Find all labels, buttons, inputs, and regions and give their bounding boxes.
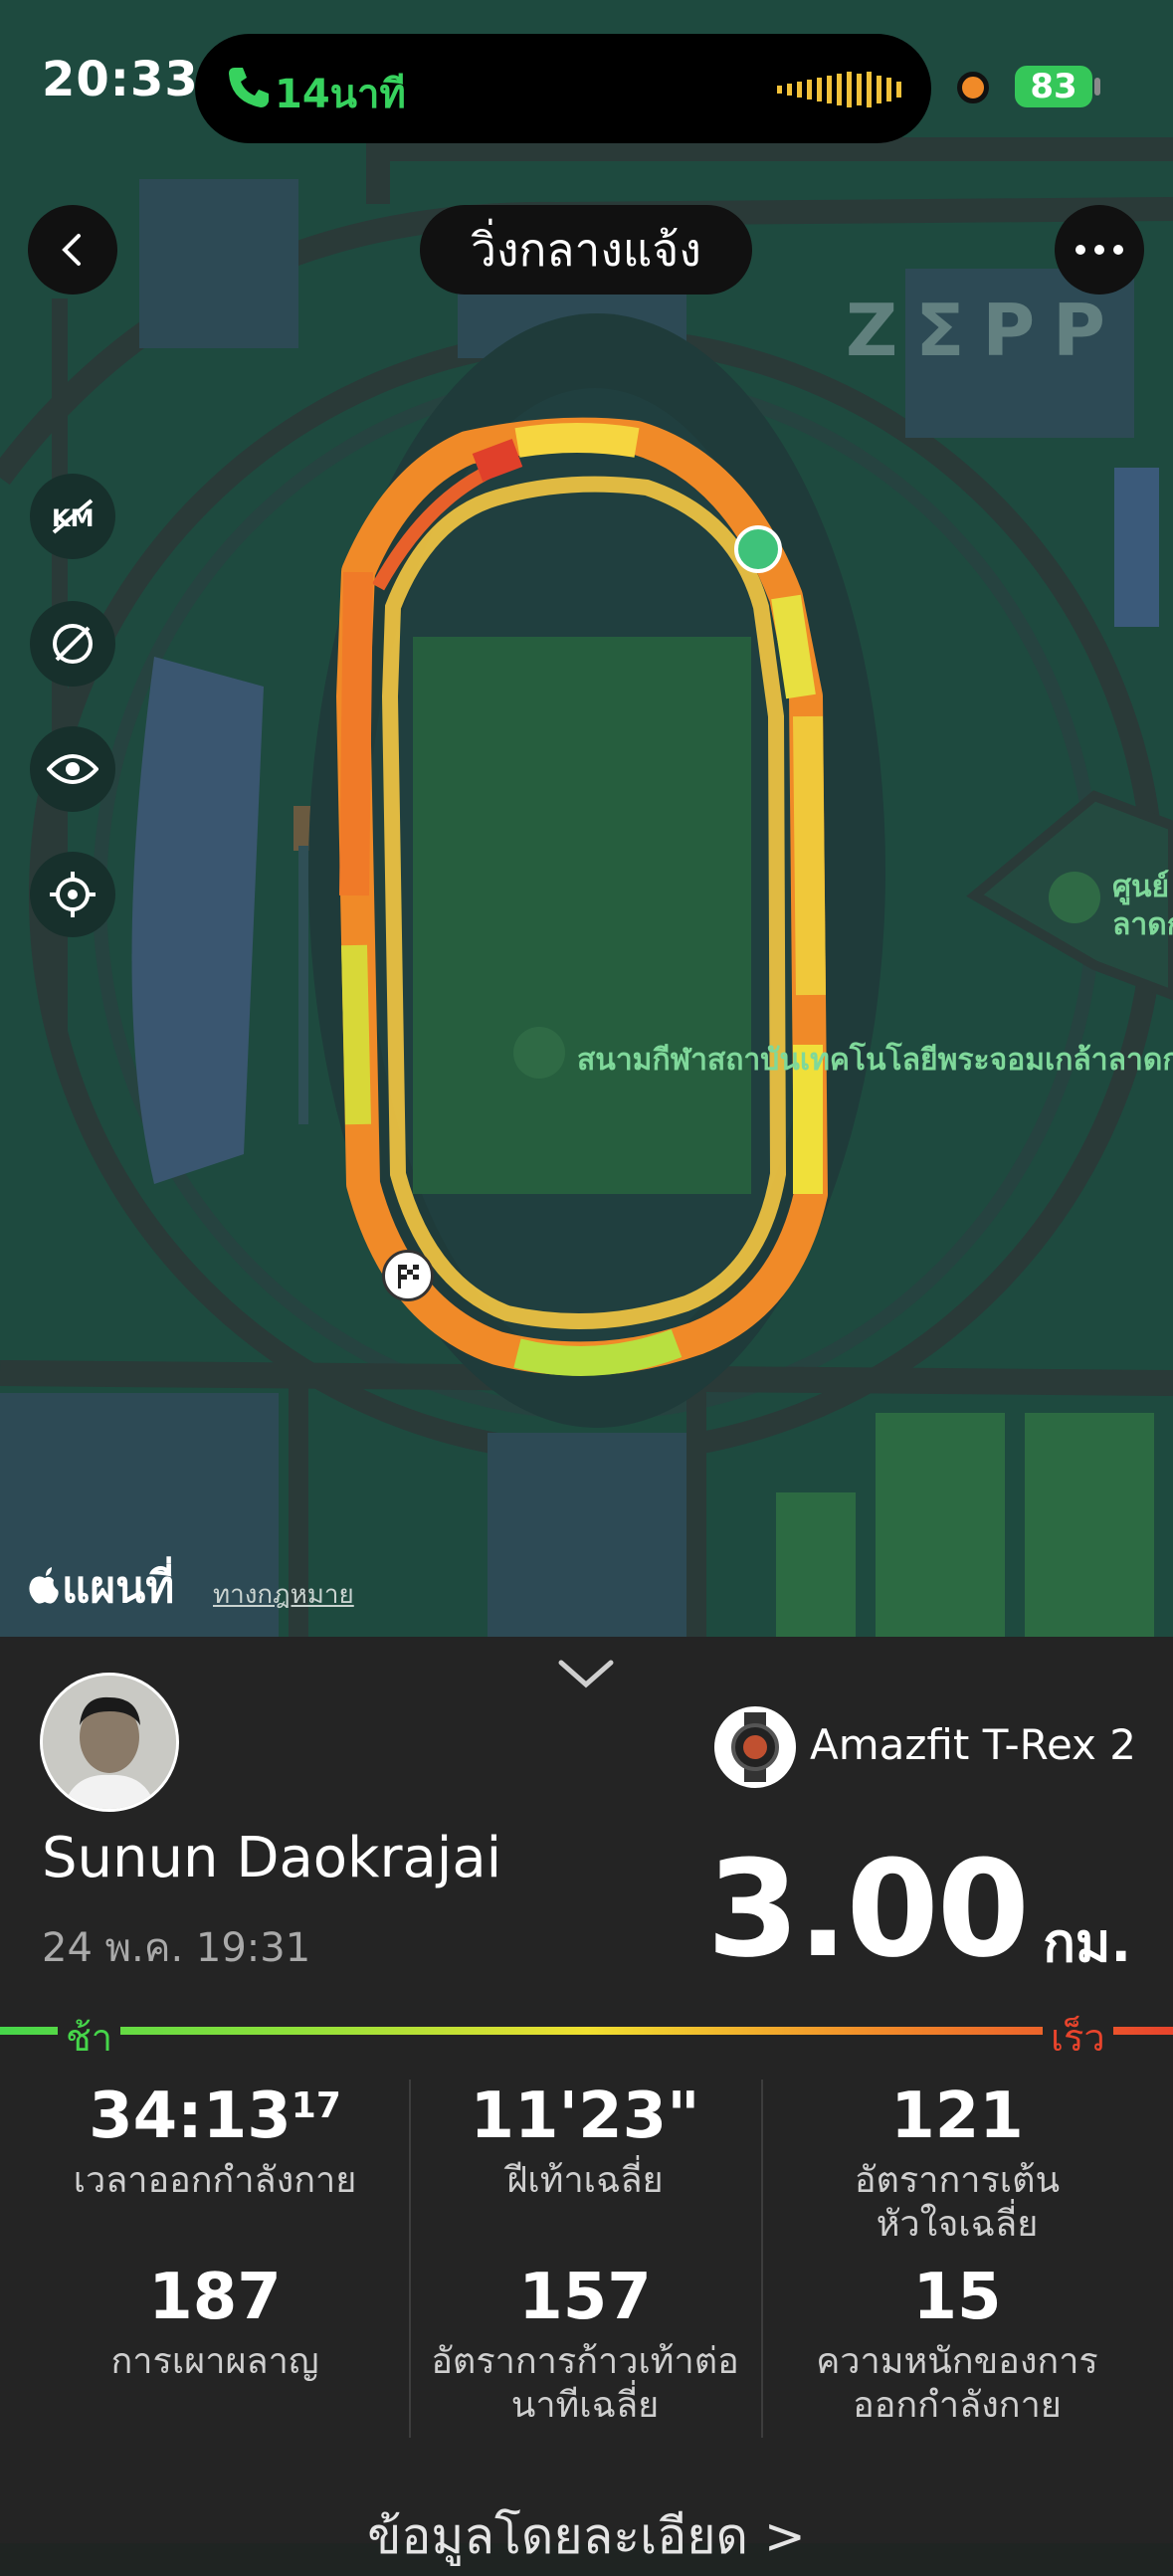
pace-label: ฝีเท้าเฉลี่ย [506,2160,664,2201]
training-load-label-2: ออกกำลังกาย [853,2385,1062,2426]
stat-pace: 11'23" ฝีเท้าเฉลี่ย [396,2080,774,2203]
visibility-toggle[interactable] [30,726,115,812]
more-options-button[interactable] [1055,205,1144,295]
clock: 20:33 [42,52,199,107]
calories-label: การเผาผลาญ [110,2341,319,2382]
duration-value: 34:13 [89,2080,292,2153]
dynamic-island-call[interactable]: 14นาที [195,34,931,143]
stat-duration: 34:1317 เวลาออกกำลังกาย [26,2080,404,2203]
training-load-value: 15 [912,2261,1002,2334]
end-point-marker [734,525,782,573]
audio-wave-icon [777,72,901,107]
zepp-watermark: ZΣPP [846,289,1123,372]
km-icon: KM [52,498,94,534]
status-bar: 20:33 14นาที 83 [0,0,1173,169]
eye-icon [47,754,98,784]
layer-toggle[interactable] [30,601,115,687]
legal-link[interactable]: ทางกฎหมาย [213,1574,354,1615]
cadence-value: 157 [518,2261,652,2334]
stat-heart-rate: 121 อัตราการเต้น หัวใจเฉลี่ย [768,2080,1146,2247]
layer-off-icon [53,624,93,664]
battery-cap [1094,78,1100,96]
page-title: วิ่งกลางแจ้ง [420,205,752,295]
crosshair-icon [50,872,96,917]
back-button[interactable] [28,205,117,295]
pace-slow-label: ช้า [58,2007,121,2068]
details-link[interactable]: ข้อมูลโดยละเอียด > [0,2497,1173,2576]
stadium-poi-label[interactable]: สนามกีฬาสถาบันเทคโนโลยีพระจอมเกล้าลาดก [577,1037,1173,1084]
stat-calories: 187 การเผาผลาญ [26,2261,404,2384]
maps-brand-text: แผนที่ [62,1562,175,1613]
distance-value: 3.00 [706,1832,1030,1987]
call-duration: 14นาที [275,72,406,117]
chevron-left-icon [62,234,81,266]
training-load-label-1: ความหนักของการ [816,2341,1098,2382]
heart-rate-label-2: หัวใจเฉลี่ย [876,2204,1039,2245]
start-flag-icon [382,1250,434,1301]
collapse-chevron-icon[interactable] [555,1657,617,1690]
recording-indicator [957,72,989,103]
stat-training-load: 15 ความหนักของการ ออกกำลังกาย [768,2261,1146,2428]
workout-date: 24 พ.ค. 19:31 [42,1925,311,1971]
user-photo [43,1676,176,1809]
stat-cadence: 157 อัตราการก้าวเท้าต่อ นาทีเฉลี่ย [396,2261,774,2428]
heart-rate-label-1: อัตราการเต้น [854,2160,1061,2201]
stadium-poi-icon[interactable] [513,1027,565,1079]
user-name: Sunun Daokrajai [42,1826,502,1890]
pace-fast-label: เร็ว [1043,2007,1113,2068]
center-poi-label-line2[interactable]: ลาดก [1112,901,1173,948]
apple-icon [29,1567,59,1604]
cadence-label-2: นาทีเฉลี่ย [510,2385,660,2426]
calories-value: 187 [148,2261,282,2334]
distance-unit: กม. [1043,1911,1131,1974]
heart-rate-value: 121 [890,2080,1024,2153]
runner-poi-icon[interactable] [1049,872,1100,923]
phone-icon [229,68,269,107]
battery-indicator: 83 [1015,66,1092,107]
duration-label: เวลาออกกำลังกาย [73,2160,357,2201]
pace-gradient-bar [0,2027,1173,2035]
pace-value: 11'23" [470,2080,700,2153]
ellipsis-icon [1075,245,1123,255]
device-name: Amazfit T-Rex 2 [810,1720,1136,1769]
watch-icon [714,1706,796,1788]
avatar[interactable] [40,1673,179,1812]
duration-fraction: 17 [291,2085,341,2126]
apple-maps-logo: แผนที่ [28,1552,174,1622]
cadence-label-1: อัตราการก้าวเท้าต่อ [431,2341,739,2382]
locate-button[interactable] [30,852,115,937]
km-marker-toggle[interactable]: KM [30,474,115,559]
